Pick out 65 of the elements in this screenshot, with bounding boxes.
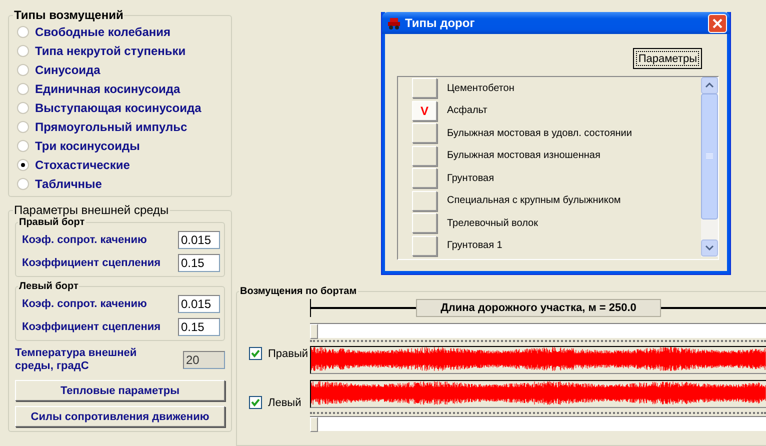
- road-checkbox[interactable]: [412, 78, 437, 98]
- group-title: Правый борт: [18, 217, 86, 228]
- road-label[interactable]: Булыжная мостовая в удовл. состоянии: [447, 128, 632, 139]
- radio-button[interactable]: [17, 158, 29, 170]
- radio-option[interactable]: Прямоугольный импульс: [17, 117, 225, 136]
- radio-button[interactable]: [17, 140, 29, 152]
- input-field[interactable]: 0.15: [178, 254, 220, 272]
- road-checkbox[interactable]: [412, 213, 437, 234]
- slider-track[interactable]: [310, 323, 766, 338]
- close-button[interactable]: [708, 14, 727, 32]
- parameters-button[interactable]: Параметры: [633, 48, 702, 69]
- checkbox-label[interactable]: Левый: [249, 396, 310, 409]
- road-checkbox[interactable]: [412, 123, 437, 144]
- radio-option[interactable]: Три косинусоиды: [17, 136, 225, 155]
- scrollbar[interactable]: [701, 77, 718, 257]
- radio-button[interactable]: [17, 120, 29, 132]
- field-label: Температура внешней среды, градС: [15, 347, 138, 373]
- road-label[interactable]: Специальная с крупным булыжником: [447, 195, 621, 206]
- close-icon: [712, 18, 723, 28]
- field-label: Коэф. сопрот. качению: [22, 234, 147, 246]
- radio-button[interactable]: [17, 44, 29, 56]
- checkbox[interactable]: [249, 396, 262, 409]
- radio-button[interactable]: [17, 178, 29, 190]
- radio-option[interactable]: Стохастические: [17, 155, 225, 174]
- truck-icon: [387, 16, 401, 30]
- checkbox-label[interactable]: Правый: [249, 347, 310, 360]
- slider-thumb[interactable]: [310, 324, 318, 339]
- field-label: Коэффициент сцепления: [22, 256, 161, 268]
- radio-option[interactable]: Единичная косинусоида: [17, 79, 225, 98]
- road-label[interactable]: Грунтовая 1: [447, 240, 502, 252]
- radio-button[interactable]: [17, 102, 29, 114]
- field-label: Коэф. сопрот. качению: [22, 298, 147, 310]
- radio-option[interactable]: Табличные: [17, 174, 225, 193]
- group-title: Параметры внешней среды: [13, 203, 170, 217]
- input-field[interactable]: 0.015: [178, 230, 220, 248]
- group-title: Левый борт: [18, 281, 80, 292]
- road-label[interactable]: Грунтовая: [447, 172, 494, 184]
- radio-button[interactable]: [17, 64, 29, 76]
- group-title: Возмущения по бортам: [239, 286, 358, 297]
- road-label[interactable]: Трелевочный волок: [447, 218, 538, 229]
- input-field[interactable]: 0.15: [178, 318, 220, 336]
- road-checkbox[interactable]: [412, 168, 437, 188]
- road-checkbox[interactable]: V: [412, 100, 437, 121]
- radio-button[interactable]: [17, 82, 29, 94]
- length-label: Длина дорожного участка, м = 250.0: [416, 299, 662, 317]
- checkbox[interactable]: [249, 347, 262, 360]
- road-checkbox[interactable]: [412, 236, 437, 256]
- radio-option[interactable]: Свободные колебания: [17, 22, 225, 41]
- input-field[interactable]: 0.015: [178, 294, 220, 312]
- field-label: Коэффициент сцепления: [22, 320, 161, 332]
- window-title: Типы дорог: [405, 16, 476, 30]
- slider-thumb[interactable]: [310, 417, 318, 432]
- action-button[interactable]: Силы сопротивления движению: [15, 406, 225, 427]
- road-checkbox[interactable]: [412, 146, 437, 166]
- road-label[interactable]: Асфальт: [447, 105, 488, 116]
- road-label[interactable]: Булыжная мостовая изношенная: [447, 150, 600, 162]
- road-checkbox[interactable]: [412, 190, 437, 211]
- radio-button[interactable]: [17, 26, 29, 38]
- radio-option[interactable]: Синусоида: [17, 60, 225, 79]
- radio-option[interactable]: Выступающая косинусоида: [17, 98, 225, 117]
- group-title: Типы возмущений: [13, 8, 124, 22]
- radio-option[interactable]: Типа некрутой ступеньки: [17, 41, 225, 60]
- action-button[interactable]: Тепловые параметры: [15, 380, 225, 401]
- road-label[interactable]: Цементобетон: [447, 82, 514, 94]
- slider-track[interactable]: [310, 416, 766, 431]
